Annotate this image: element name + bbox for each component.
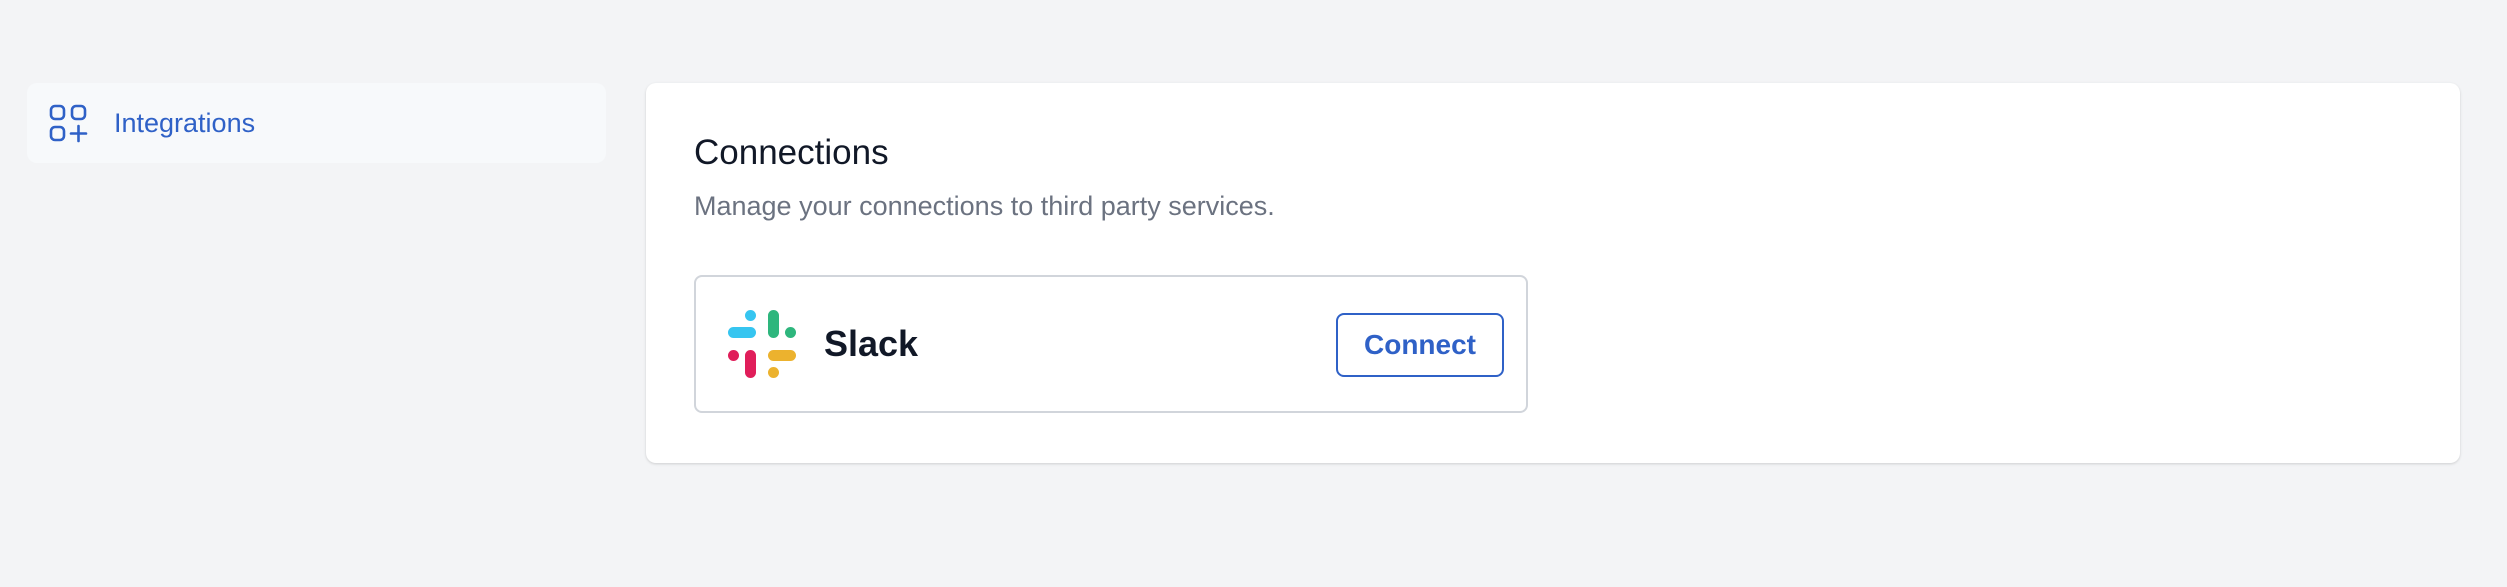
slack-logo-icon xyxy=(726,308,798,380)
connection-card-slack: Slack Connect xyxy=(694,275,1528,413)
integrations-icon xyxy=(48,103,88,143)
connect-button[interactable]: Connect xyxy=(1336,313,1504,377)
page-subtitle: Manage your connections to third party s… xyxy=(694,191,1275,221)
sidebar-item-label: Integrations xyxy=(114,107,256,138)
sidebar-item-integrations[interactable]: Integrations xyxy=(27,83,606,163)
connections-panel: Connections Manage your connections to t… xyxy=(646,83,2460,463)
connection-name: Slack xyxy=(824,323,919,364)
page-title: Connections xyxy=(694,133,889,172)
